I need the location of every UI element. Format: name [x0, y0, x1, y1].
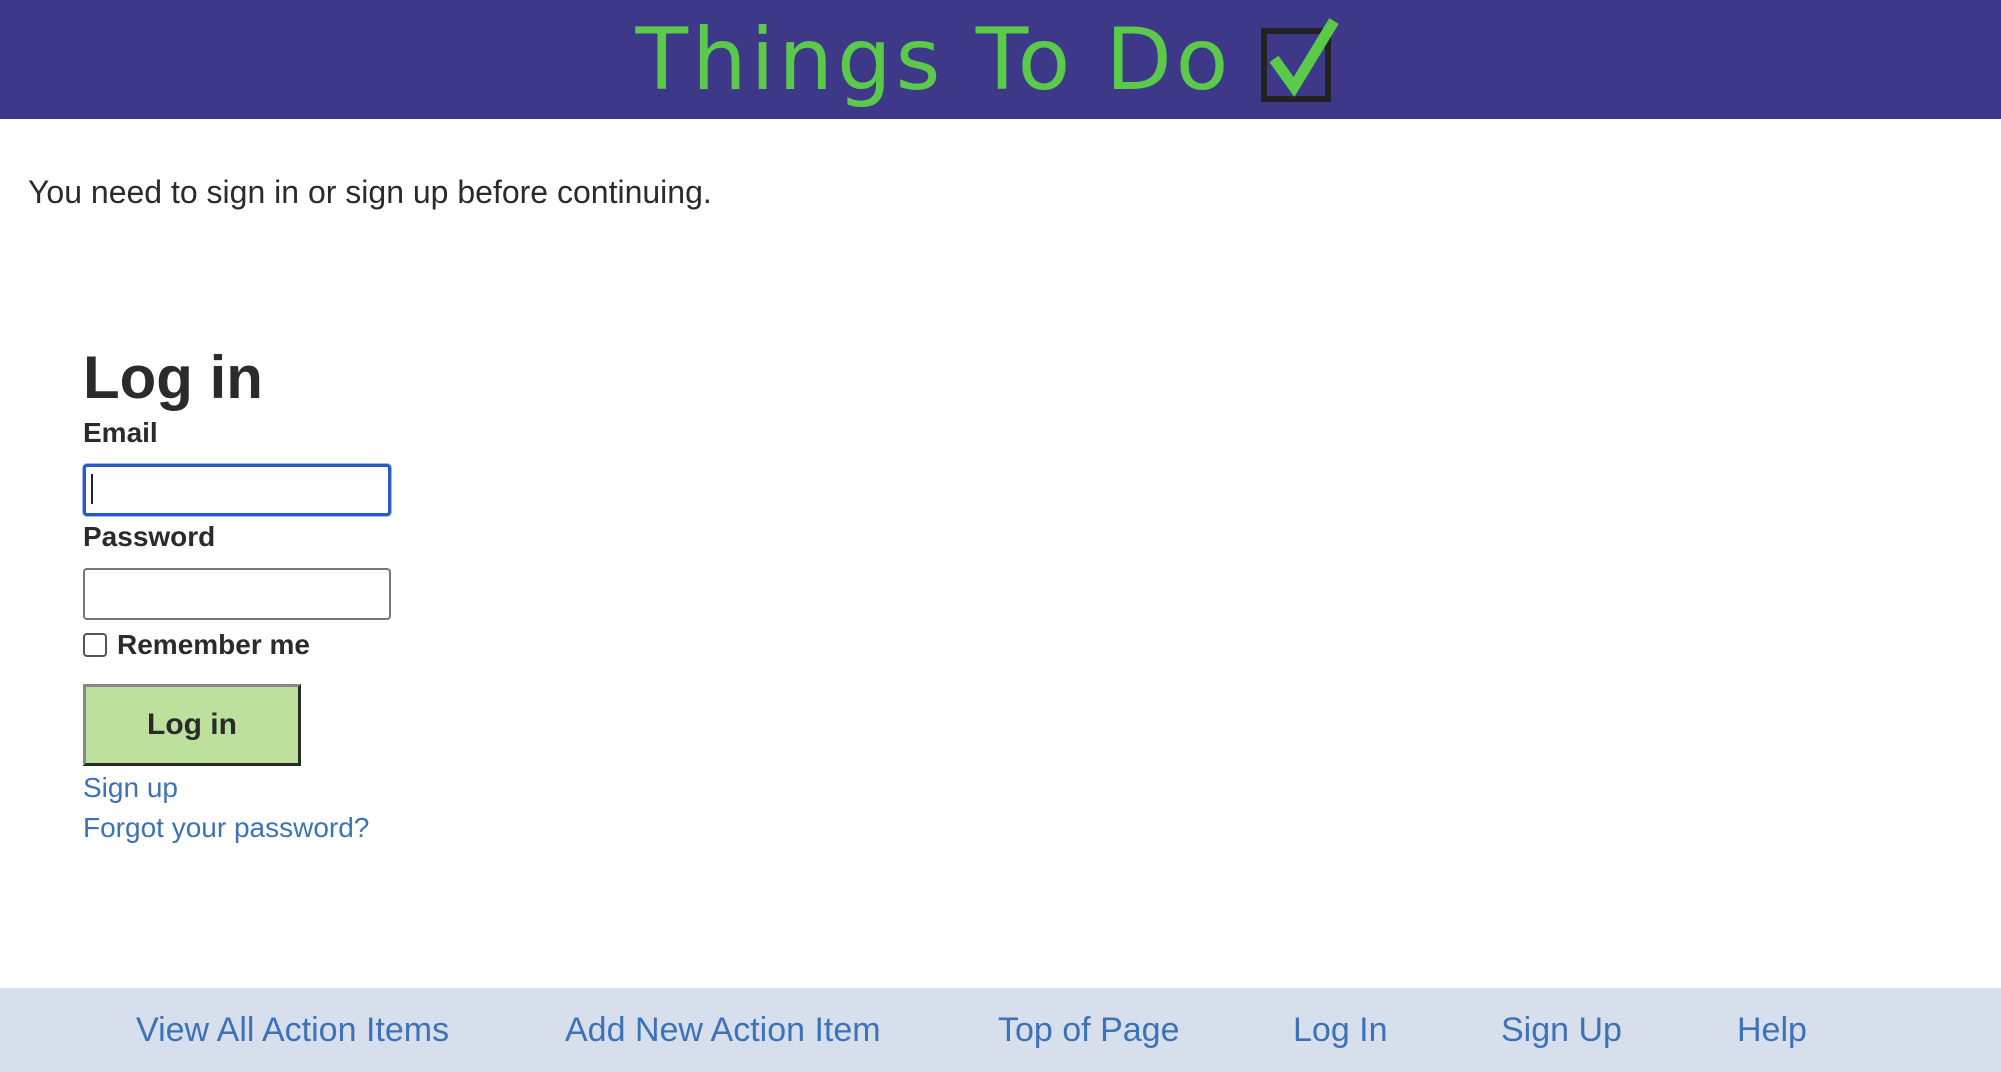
text-caret — [91, 474, 93, 504]
remember-me-label[interactable]: Remember me — [117, 629, 310, 661]
brand[interactable]: Things To Do — [636, 15, 1341, 105]
login-form: Log in Email Password Remember me Log in… — [83, 340, 583, 848]
forgot-password-link[interactable]: Forgot your password? — [83, 808, 583, 848]
site-header: Things To Do — [0, 0, 2001, 119]
flash-message: You need to sign in or sign up before co… — [28, 174, 712, 210]
footer-link-view-all-action-items[interactable]: View All Action Items — [136, 1010, 449, 1050]
checkbox-check-icon — [1261, 17, 1340, 102]
site-title[interactable]: Things To Do — [636, 17, 1233, 103]
email-label: Email — [83, 417, 158, 448]
footer-link-sign-up[interactable]: Sign Up — [1501, 1010, 1622, 1050]
email-field-wrapper — [83, 464, 583, 516]
footer-link-top-of-page[interactable]: Top of Page — [998, 1010, 1179, 1050]
footer-link-log-in[interactable]: Log In — [1293, 1010, 1388, 1050]
footer-link-add-new-action-item[interactable]: Add New Action Item — [565, 1010, 881, 1050]
remember-me-checkbox[interactable] — [83, 633, 107, 657]
password-label: Password — [83, 521, 216, 552]
sign-up-link[interactable]: Sign up — [83, 768, 583, 808]
footer-link-help[interactable]: Help — [1737, 1010, 1807, 1050]
page-title: Log in — [83, 344, 263, 411]
log-in-button[interactable]: Log in — [83, 684, 301, 766]
remember-me-row: Remember me — [83, 628, 583, 662]
auth-links: Sign up Forgot your password? — [83, 768, 583, 848]
email-field[interactable] — [83, 464, 391, 516]
password-field[interactable] — [83, 568, 391, 620]
footer-nav: View All Action Items Add New Action Ite… — [0, 988, 2001, 1072]
